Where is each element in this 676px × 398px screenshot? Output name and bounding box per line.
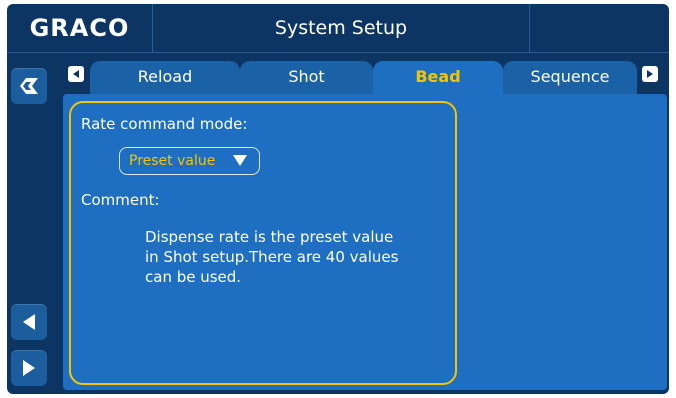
settings-box: Rate command mode: Preset value Comment:… — [69, 101, 457, 385]
comment-text: Dispense rate is the preset value in Sho… — [145, 227, 405, 287]
rate-command-mode-select[interactable]: Preset value — [119, 147, 260, 175]
right-arrow-icon — [647, 70, 653, 78]
rate-command-mode-label: Rate command mode: — [81, 115, 248, 133]
header-divider-line — [7, 52, 669, 53]
forward-button[interactable] — [11, 350, 47, 386]
tab-bead[interactable]: Bead — [373, 61, 503, 94]
graco-logo: GRACO — [29, 14, 130, 42]
tab-reload[interactable]: Reload — [90, 61, 240, 94]
left-arrow-icon — [73, 70, 79, 78]
right-arrow-icon — [23, 360, 35, 376]
hmi-screen: GRACO System Setup Reload Shot Bead Sequ… — [7, 4, 669, 394]
header-bar: GRACO System Setup — [7, 4, 669, 52]
comment-label: Comment: — [81, 191, 160, 209]
tab-sequence[interactable]: Sequence — [503, 61, 637, 94]
bead-settings-panel: Rate command mode: Preset value Comment:… — [63, 94, 667, 390]
tab-scroll-right-button[interactable] — [642, 66, 658, 82]
dropdown-arrow-icon — [233, 155, 247, 166]
page-title: System Setup — [274, 17, 408, 39]
home-button[interactable] — [11, 68, 47, 104]
tab-scroll-left-button[interactable] — [68, 66, 84, 82]
left-arrow-icon — [23, 314, 35, 330]
back-button[interactable] — [11, 304, 47, 340]
header-empty-area — [530, 4, 669, 52]
rate-command-mode-value: Preset value — [129, 153, 216, 169]
graco-home-icon — [20, 78, 38, 94]
tab-shot[interactable]: Shot — [240, 61, 373, 94]
comment-line: can be used. — [145, 268, 242, 286]
comment-line: in Shot setup.There are 40 values — [145, 248, 399, 266]
comment-line: Dispense rate is the preset value — [145, 228, 394, 246]
